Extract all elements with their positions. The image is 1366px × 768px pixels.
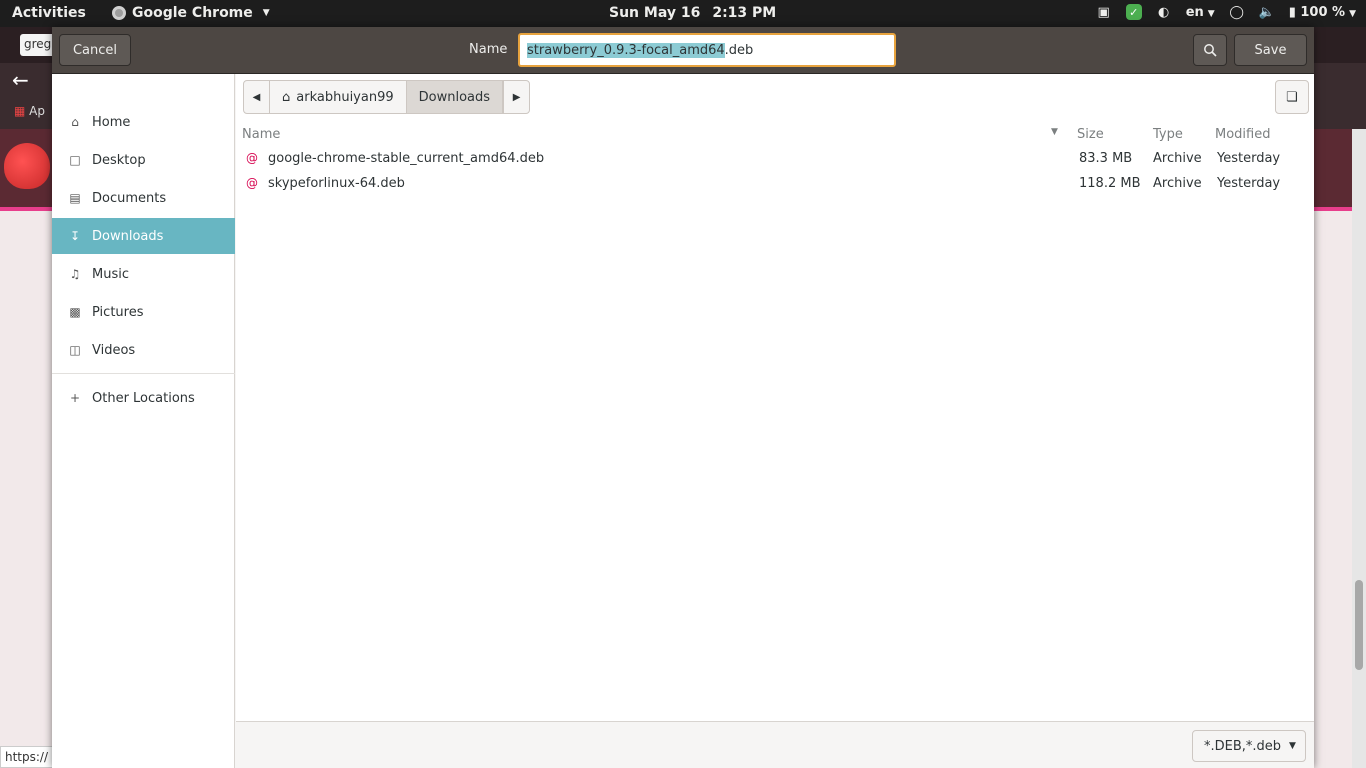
debian-package-icon: @ [246,151,258,165]
name-label: Name [469,42,508,57]
column-header-name[interactable]: Name [242,124,280,144]
clock[interactable]: Sun May 16 2:13 PM [609,5,776,21]
filter-label: *.DEB,*.deb [1204,738,1282,754]
app-menu-label: Google Chrome [132,5,253,21]
column-header-size[interactable]: Size [1077,124,1104,144]
file-type: Archive [1153,151,1202,166]
gnome-top-bar: Activities Google Chrome ▼ Sun May 16 2:… [0,0,1366,27]
column-header-modified[interactable]: Modified [1215,124,1270,144]
file-row[interactable]: @ google-chrome-stable_current_amd64.deb… [236,147,1314,172]
screens-icon[interactable]: ▣ [1096,4,1112,20]
sidebar-item-label: Desktop [92,152,146,168]
sidebar-item-downloads[interactable]: ↧ Downloads [52,218,235,254]
sort-down-icon: ▼ [1051,127,1058,137]
file-modified: Yesterday [1217,176,1281,191]
pictures-icon: ▩ [69,305,81,319]
file-type: Archive [1153,176,1202,191]
sidebar-item-label: Pictures [92,304,144,320]
sidebar-item-label: Music [92,266,129,282]
sidebar-item-label: Other Locations [92,390,195,406]
background-scrollbar-thumb[interactable] [1355,580,1363,670]
language-label: en [1185,4,1204,20]
caret-down-icon: ▼ [1207,8,1215,19]
home-icon: ⌂ [71,115,79,129]
clock-date: Sun May 16 [609,5,701,21]
sidebar-item-music[interactable]: ♫ Music [52,256,235,292]
path-back-arrow-icon[interactable]: ◀ [244,81,270,113]
apps-grid-icon: ▦ [14,104,26,118]
sidebar-item-desktop[interactable]: □ Desktop [52,142,235,178]
file-type-filter-dropdown[interactable]: *.DEB,*.deb ▼ [1192,730,1306,762]
chevron-down-icon: ▼ [1289,741,1296,751]
path-forward-arrow-icon[interactable]: ▶ [503,81,529,113]
sidebar-item-label: Home [92,114,131,130]
chrome-icon [112,6,126,20]
bookmark-apps-label: Ap [29,104,45,118]
home-icon: ⌂ [282,89,291,105]
sidebar-item-documents[interactable]: ▤ Documents [52,180,235,216]
dialog-footer: *.DEB,*.deb ▼ [236,721,1314,768]
music-icon: ♫ [69,267,81,281]
cancel-button[interactable]: Cancel [59,34,131,66]
dialog-headerbar: Cancel Name strawberry_0.9.3-focal_amd64… [52,27,1314,74]
file-modified: Yesterday [1217,151,1281,166]
sidebar-item-home[interactable]: ⌂ Home [52,104,235,140]
search-button[interactable] [1193,34,1227,66]
save-button[interactable]: Save [1234,34,1307,66]
filename-selected-text: strawberry_0.9.3-focal_amd64 [527,42,725,58]
videos-icon: ◫ [69,343,81,357]
back-arrow-icon[interactable]: ← [12,68,29,92]
file-name: skypeforlinux-64.deb [268,176,405,191]
file-size: 83.3 MB [1079,151,1133,166]
places-sidebar: ⌂ Home □ Desktop ▤ Documents ↧ Downloads… [52,74,235,768]
status-url: https:// [0,746,60,768]
path-segment-home[interactable]: ⌂ arkabhuiyan99 [270,81,407,113]
file-row[interactable]: @ skypeforlinux-64.deb 118.2 MB Archive … [236,172,1314,197]
battery-status[interactable]: ▮ 100 % ▼ [1289,5,1356,20]
activities-button[interactable]: Activities [12,5,86,21]
sidebar-item-label: Downloads [92,228,164,244]
sidebar-separator [52,373,235,374]
bookmark-apps[interactable]: ▦ Ap [14,104,45,118]
documents-icon: ▤ [69,191,81,205]
desktop-icon: □ [69,153,81,167]
path-segment-downloads[interactable]: Downloads [406,81,504,113]
save-file-dialog: Cancel Name strawberry_0.9.3-focal_amd64… [52,27,1314,768]
sidebar-item-label: Documents [92,190,167,206]
sidebar-item-label: Videos [92,342,136,358]
downloads-icon: ↧ [69,229,81,243]
file-name: google-chrome-stable_current_amd64.deb [268,151,545,166]
file-list-area: ◀ ⌂ arkabhuiyan99 Downloads ▶ ❏ Name ▼ S… [236,74,1314,721]
caret-down-icon: ▼ [262,8,270,18]
column-header-type[interactable]: Type [1153,124,1183,144]
speedometer-icon[interactable]: ◐ [1156,4,1172,20]
app-menu[interactable]: Google Chrome ▼ [112,5,270,21]
vpn-shield-icon[interactable]: ◯ [1229,4,1245,20]
check-shield-icon[interactable]: ✓ [1125,4,1142,20]
background-scrollbar[interactable] [1352,129,1366,768]
file-size: 118.2 MB [1079,176,1141,191]
battery-label: 100 % [1300,4,1346,20]
plus-icon: + [69,391,81,405]
sidebar-item-pictures[interactable]: ▩ Pictures [52,294,235,330]
new-folder-button[interactable]: ❏ [1275,80,1309,114]
path-segment-label: arkabhuiyan99 [296,89,394,105]
volume-icon[interactable]: 🔈 [1259,4,1275,20]
path-bar: ◀ ⌂ arkabhuiyan99 Downloads ▶ [243,80,531,114]
search-icon [1204,44,1217,57]
clock-time: 2:13 PM [712,5,777,21]
language-menu[interactable]: en ▼ [1186,5,1215,20]
new-folder-icon: ❏ [1286,89,1298,104]
strawberry-logo-icon [4,143,50,189]
caret-down-icon: ▼ [1349,8,1356,19]
system-tray: ▣ ✓ ◐ en ▼ ◯ 🔈 ▮ 100 % ▼ [1096,4,1356,20]
debian-package-icon: @ [246,176,258,190]
filename-extension: .deb [724,42,754,58]
sidebar-item-other-locations[interactable]: + Other Locations [52,380,235,416]
filename-input[interactable]: strawberry_0.9.3-focal_amd64 .deb [518,33,896,67]
battery-icon: ▮ [1288,4,1296,20]
sidebar-item-videos[interactable]: ◫ Videos [52,332,235,368]
